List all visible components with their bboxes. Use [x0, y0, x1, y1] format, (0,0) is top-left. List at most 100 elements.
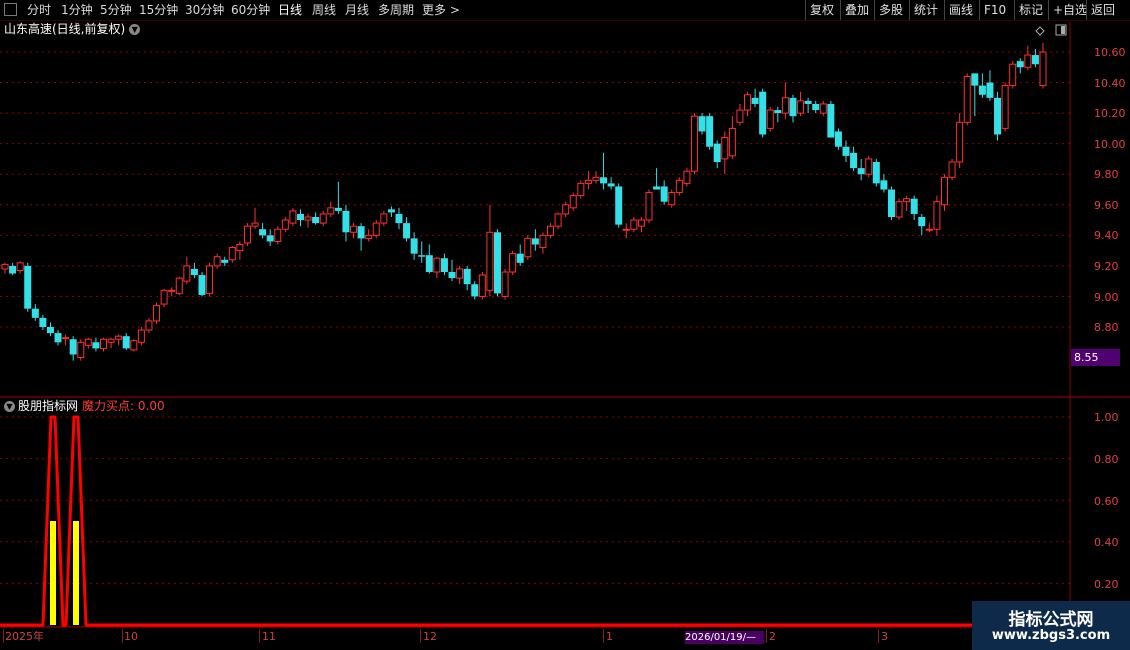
candle-body — [584, 179, 592, 184]
candle — [9, 262, 17, 276]
cursor-date-badge: 2026/01/19/— — [685, 631, 764, 644]
candle-body — [554, 213, 562, 227]
period-tab-daily[interactable]: 日线 — [278, 0, 302, 20]
menu-icon[interactable] — [4, 3, 17, 16]
time-tick — [122, 629, 123, 643]
stats-button[interactable]: 统计 — [909, 0, 942, 20]
overlay-button[interactable]: 叠加 — [840, 0, 873, 20]
candle-body — [1024, 54, 1032, 68]
candle — [350, 223, 358, 239]
candle-body — [153, 305, 161, 322]
period-tab-weekly[interactable]: 周线 — [312, 0, 336, 20]
candle-body — [387, 209, 395, 213]
candle — [160, 288, 168, 308]
candle — [319, 210, 327, 227]
candle — [274, 226, 282, 245]
diamond-icon[interactable] — [1035, 26, 1045, 36]
candle — [592, 171, 600, 184]
candle — [683, 168, 691, 187]
ind-y-label: 0.40 — [1094, 536, 1119, 549]
period-tab-monthly[interactable]: 月线 — [345, 0, 369, 20]
candle-body — [941, 176, 949, 206]
candle — [857, 158, 865, 181]
candle — [1024, 45, 1032, 71]
candle — [410, 232, 418, 260]
panel-toggle-icon[interactable] — [1055, 24, 1067, 36]
candle — [342, 204, 350, 242]
candle — [660, 180, 668, 205]
period-tab-30min[interactable]: 30分钟 — [185, 0, 224, 20]
period-tab-5min[interactable]: 5分钟 — [100, 0, 132, 20]
candle — [865, 155, 873, 178]
y-label: 9.80 — [1094, 168, 1119, 181]
candle-body — [1, 263, 9, 270]
candle — [418, 241, 426, 263]
period-tab-1min[interactable]: 1分钟 — [61, 0, 93, 20]
candle — [690, 113, 698, 175]
candle — [668, 189, 676, 208]
candle-body — [865, 158, 873, 175]
candle-body — [478, 274, 486, 297]
time-label: 2025年 — [5, 630, 44, 643]
time-label: 11 — [262, 630, 276, 643]
candle-body — [137, 329, 145, 343]
candle — [251, 207, 259, 230]
candle — [327, 201, 335, 217]
candle-body — [895, 201, 903, 218]
candle-body — [1039, 51, 1047, 87]
add-watchlist-button[interactable]: +自选 — [1048, 0, 1091, 20]
candle — [910, 195, 918, 221]
candle — [653, 168, 661, 190]
candle-body — [168, 289, 176, 292]
candle — [524, 235, 532, 260]
candle — [986, 70, 994, 101]
mark-button[interactable]: 标记 — [1014, 0, 1047, 20]
candle — [62, 334, 70, 346]
period-tab-fenshi[interactable]: 分时 — [27, 0, 51, 20]
candle-body — [296, 213, 304, 221]
candle — [395, 207, 403, 230]
period-tab-15min[interactable]: 15分钟 — [139, 0, 178, 20]
candle — [728, 116, 736, 159]
candle — [622, 223, 630, 239]
indicator-name[interactable]: 股朋指标网 — [18, 399, 78, 413]
period-tab-multi[interactable]: 多周期 — [378, 0, 414, 20]
candle — [99, 337, 107, 352]
candle — [296, 209, 304, 227]
candle — [471, 281, 479, 300]
period-tab-60min[interactable]: 60分钟 — [231, 0, 270, 20]
candle — [221, 256, 229, 266]
candle-body — [395, 213, 403, 224]
multi-stock-button[interactable]: 多股 — [874, 0, 907, 20]
chevron-down-icon[interactable]: ▼ — [129, 24, 141, 35]
fuquan-button[interactable]: 复权 — [805, 0, 838, 20]
candle-body — [592, 176, 600, 181]
candle-body — [433, 257, 441, 273]
kline-chart — [0, 22, 1130, 628]
candle — [1016, 58, 1024, 74]
candle-body — [31, 308, 39, 318]
period-tab-more[interactable]: 更多 > — [422, 0, 460, 20]
back-button[interactable]: 返回 — [1086, 0, 1119, 20]
candle-body — [1009, 63, 1017, 87]
candle — [509, 250, 517, 276]
candle — [827, 100, 835, 138]
candle-body — [183, 265, 191, 282]
candle — [751, 88, 759, 107]
candle — [183, 256, 191, 285]
candle-body — [509, 253, 517, 273]
candle-body — [842, 146, 850, 156]
candle-body — [456, 268, 464, 279]
chevron-down-icon[interactable]: ▼ — [4, 401, 15, 412]
candle-body — [403, 223, 411, 239]
ind-y-label: 1.00 — [1094, 411, 1119, 424]
candle — [781, 82, 789, 120]
signal-line — [0, 415, 1070, 627]
candle-body — [24, 265, 32, 309]
candle — [706, 113, 714, 150]
candle — [145, 317, 153, 334]
candle-body — [69, 339, 77, 355]
f10-button[interactable]: F10 — [979, 0, 1010, 20]
candle-body — [206, 265, 214, 294]
draw-line-button[interactable]: 画线 — [944, 0, 977, 20]
